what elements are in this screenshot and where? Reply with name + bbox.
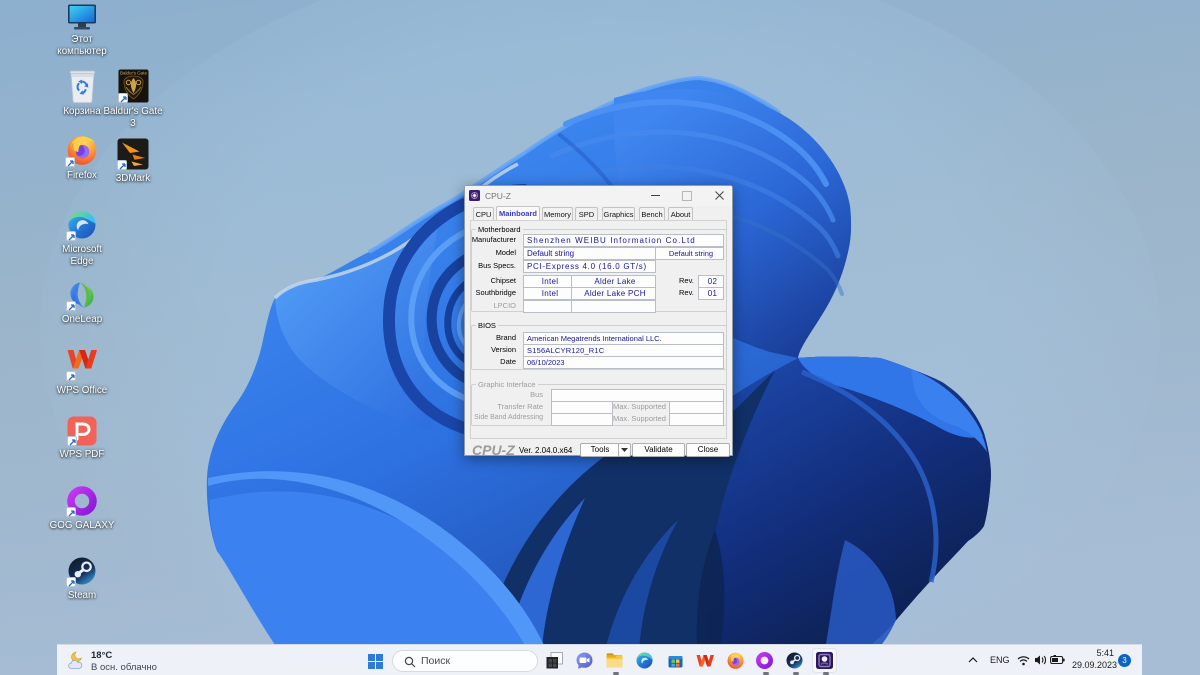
svg-text:Baldur's Gate: Baldur's Gate	[119, 71, 147, 76]
